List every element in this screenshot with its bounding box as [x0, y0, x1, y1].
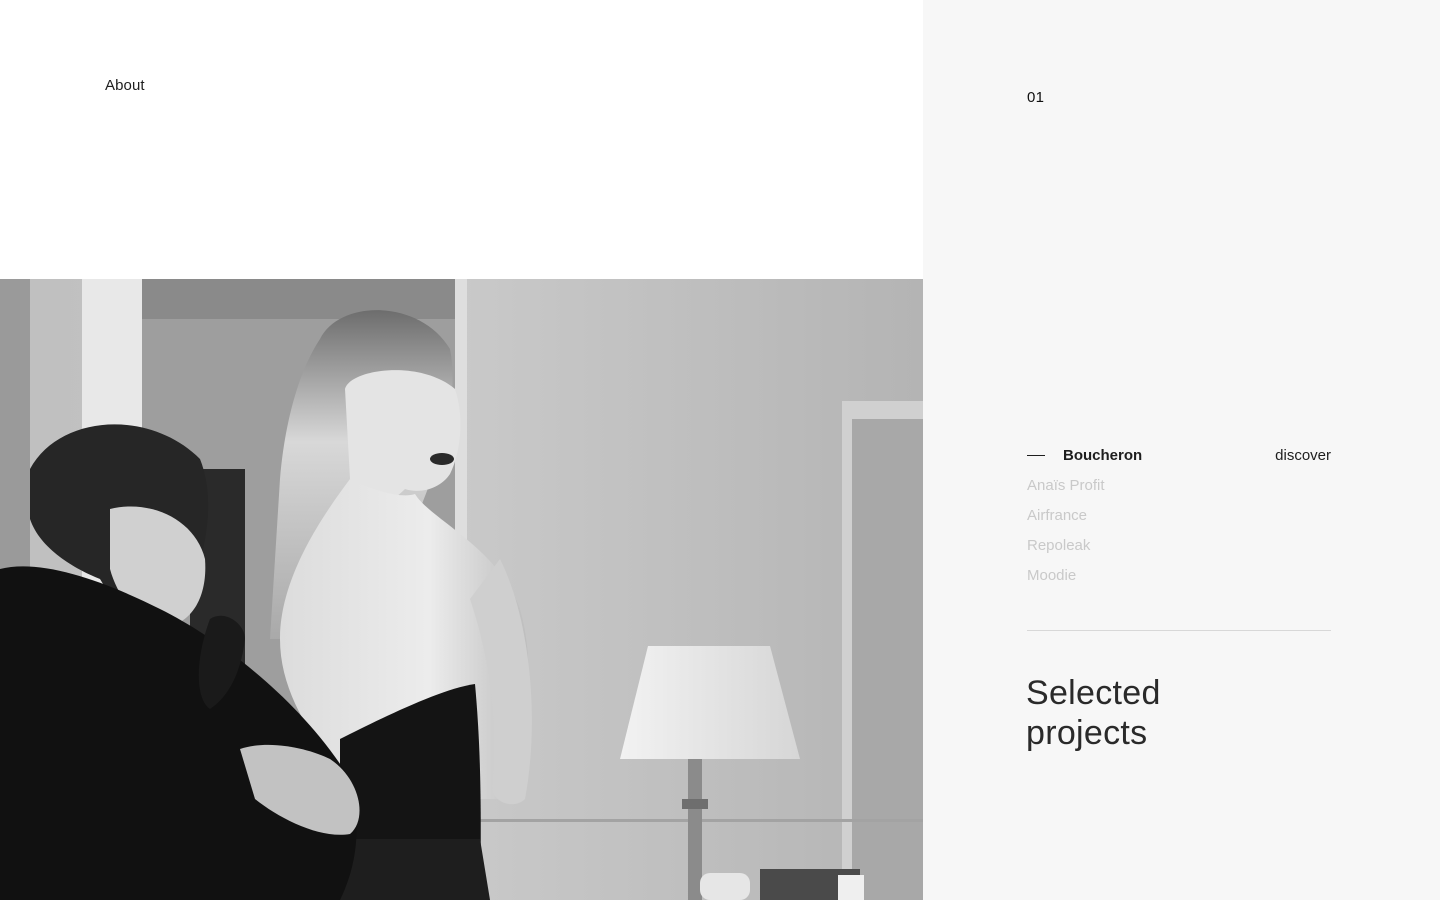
- project-list: Boucheron discover Anaïs Profit Airfranc…: [1027, 445, 1331, 595]
- left-column: About: [0, 0, 923, 900]
- about-nav-link[interactable]: About: [105, 77, 145, 94]
- right-panel: 01 Boucheron discover Anaïs Profit Airfr…: [923, 0, 1440, 900]
- discover-link[interactable]: discover: [1275, 445, 1331, 467]
- section-title-line-1: Selected: [1026, 674, 1161, 712]
- project-item-airfrance[interactable]: Airfrance: [1027, 505, 1331, 535]
- project-item-label: Repoleak: [1027, 537, 1091, 554]
- section-title: Selected projects: [1026, 673, 1326, 753]
- slide-counter: 01: [1027, 89, 1045, 106]
- project-item-repoleak[interactable]: Repoleak: [1027, 535, 1331, 565]
- divider: [1027, 630, 1331, 631]
- project-item-label: Airfrance: [1027, 507, 1088, 524]
- project-item-boucheron[interactable]: Boucheron discover: [1027, 445, 1331, 475]
- project-item-label: Moodie: [1027, 567, 1077, 584]
- project-item-label: Anaïs Profit: [1027, 477, 1105, 494]
- section-title-line-2: projects: [1026, 714, 1148, 752]
- project-item-moodie[interactable]: Moodie: [1027, 565, 1331, 595]
- project-item-anais-profit[interactable]: Anaïs Profit: [1027, 475, 1331, 505]
- project-item-label: Boucheron: [1063, 447, 1143, 464]
- page: About 01 Boucheron discover Anaïs Profit…: [0, 0, 1440, 900]
- featured-project-photo: [0, 279, 923, 900]
- active-dash-icon: [1027, 454, 1045, 456]
- photo-illustration: [0, 279, 923, 900]
